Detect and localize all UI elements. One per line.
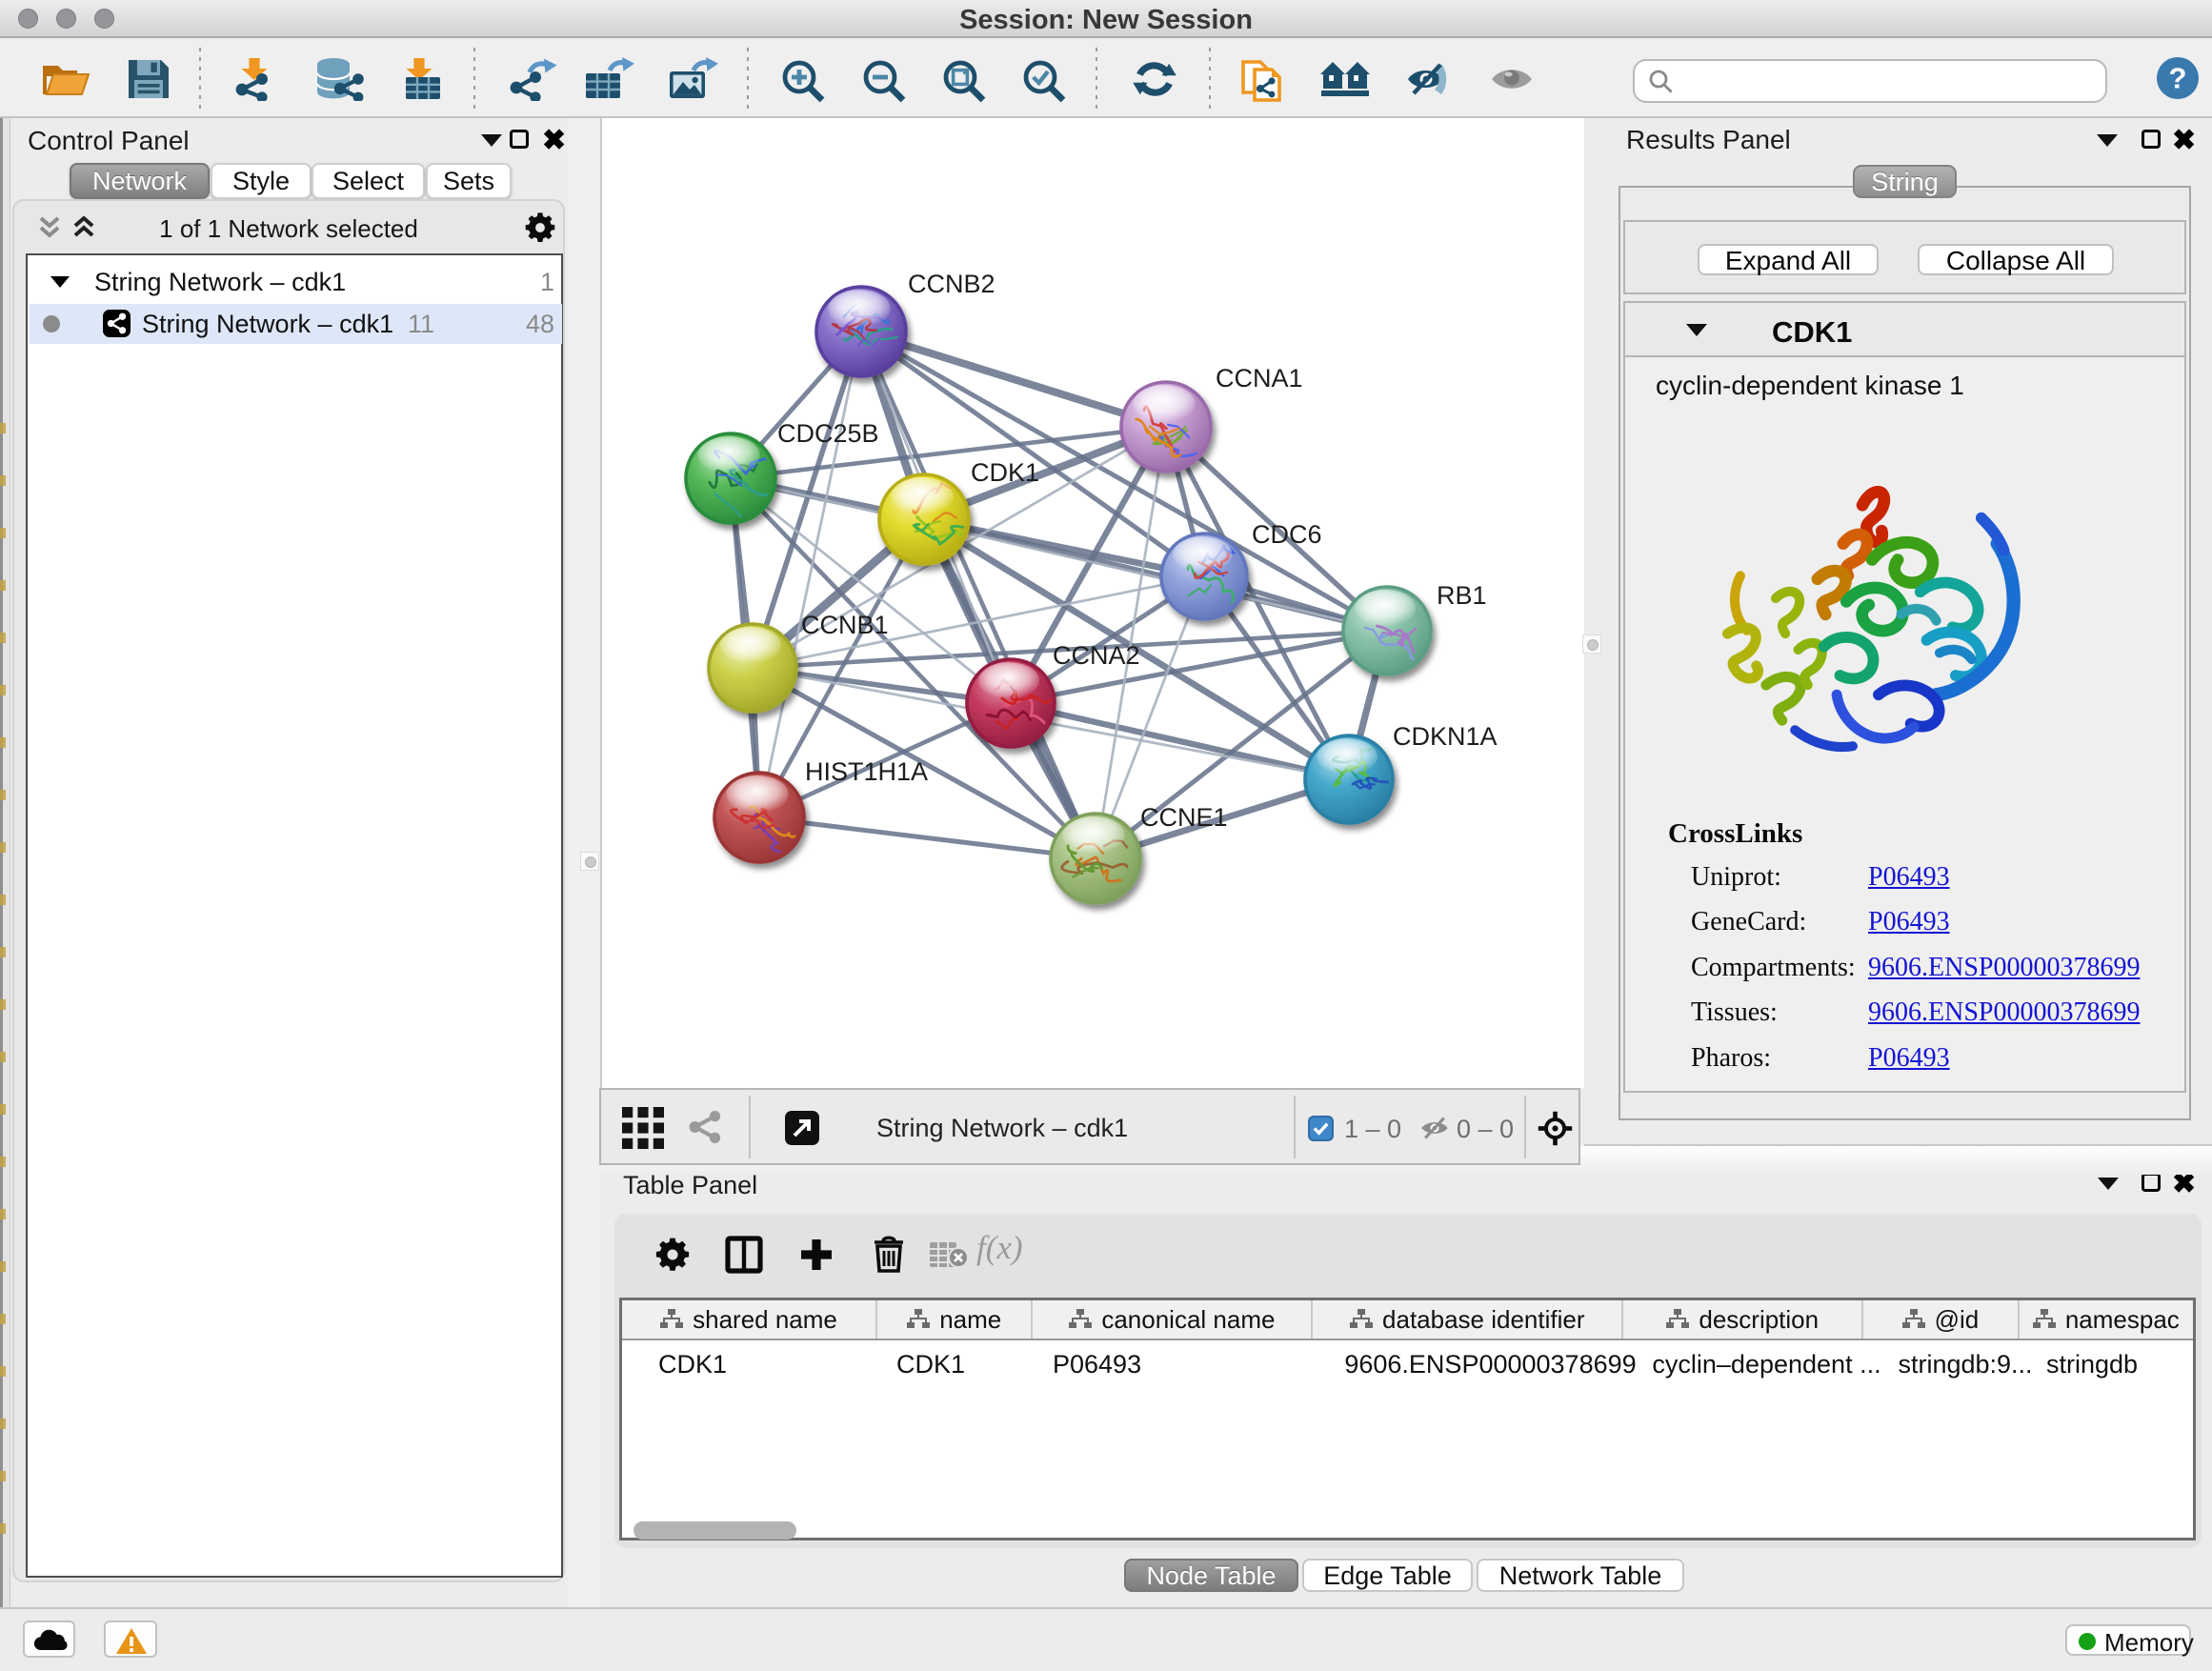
svg-text:CDC6: CDC6 (1252, 520, 1322, 549)
svg-text:?: ? (2169, 62, 2187, 95)
svg-text:HIST1H1A: HIST1H1A (805, 757, 928, 786)
svg-text:CCNA2: CCNA2 (1053, 641, 1140, 670)
svg-text:CCNB1: CCNB1 (801, 611, 889, 639)
svg-text:CCNB2: CCNB2 (908, 270, 995, 298)
svg-text:CCNE1: CCNE1 (1140, 803, 1228, 832)
svg-text:CCNA1: CCNA1 (1216, 364, 1303, 393)
svg-text:CDC25B: CDC25B (777, 419, 879, 448)
svg-text:CDK1: CDK1 (971, 458, 1039, 487)
svg-text:RB1: RB1 (1437, 581, 1487, 610)
svg-text:CDKN1A: CDKN1A (1393, 722, 1498, 751)
